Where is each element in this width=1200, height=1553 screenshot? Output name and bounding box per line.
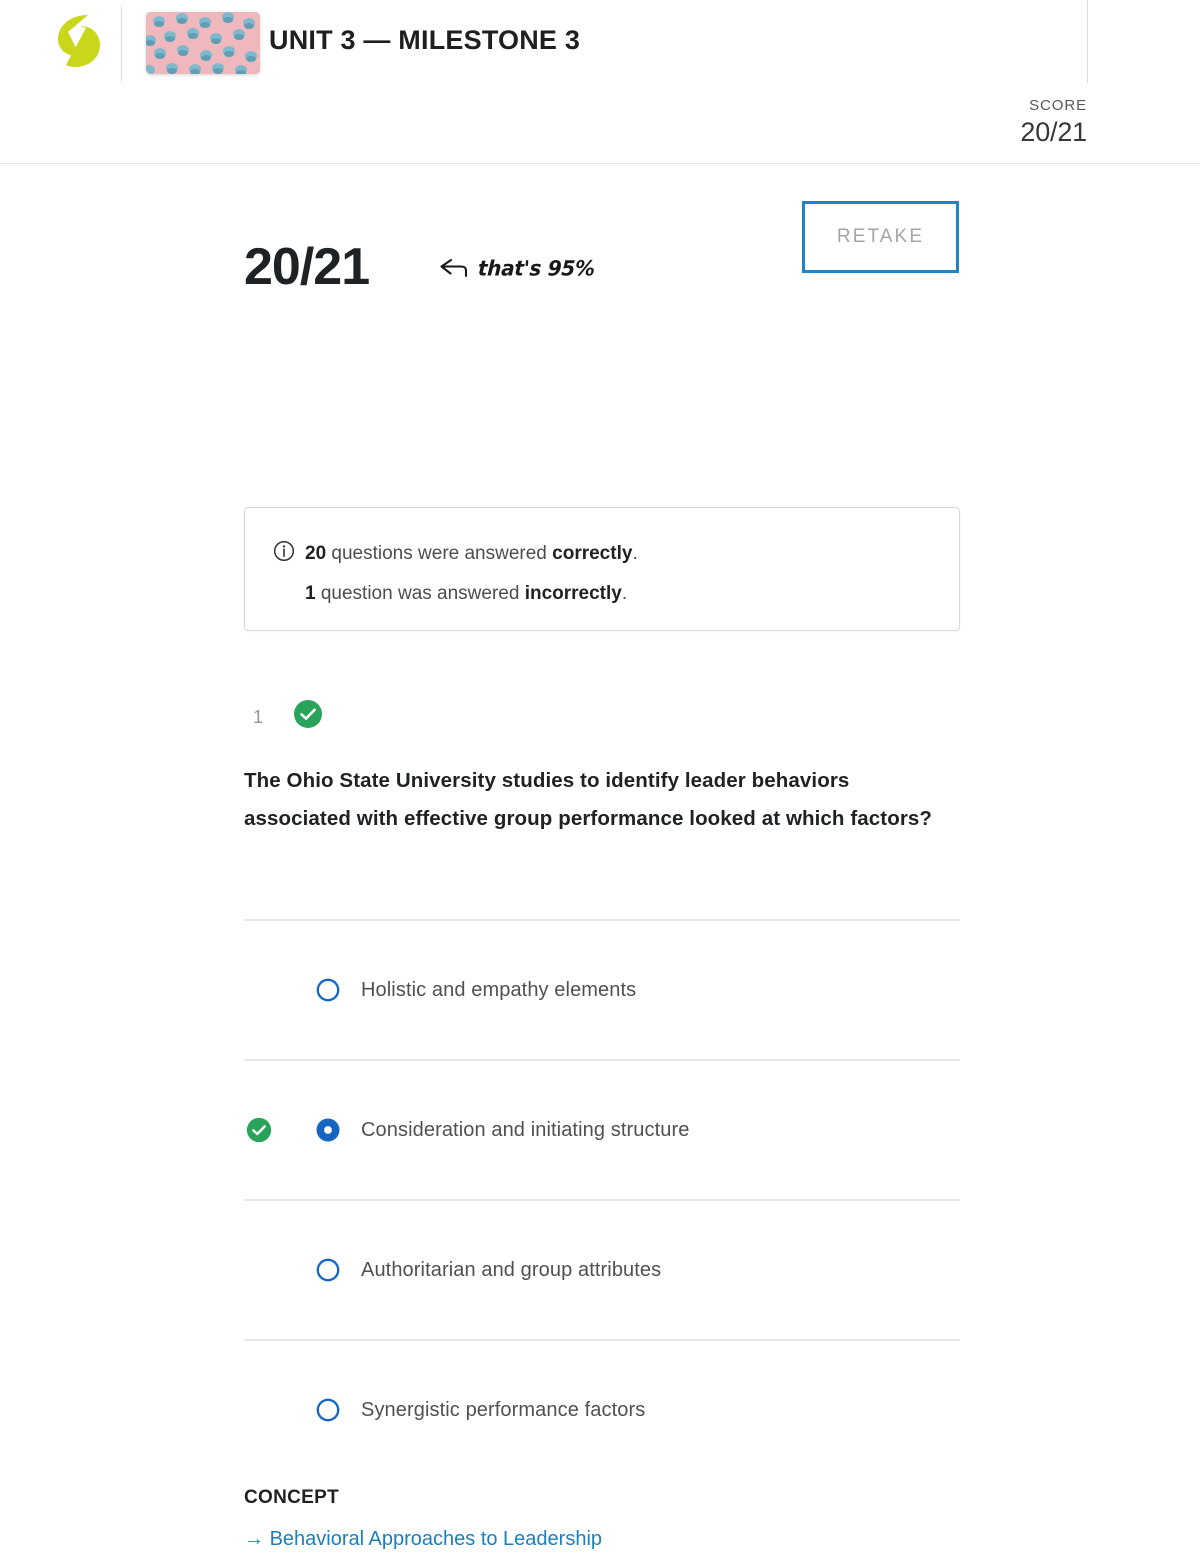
question-number: 1 xyxy=(252,706,263,727)
concept-section: CONCEPT → Behavioral Approaches to Leade… xyxy=(244,1484,960,1553)
retake-button[interactable]: RETAKE xyxy=(802,201,959,273)
answer-option-label: Authoritarian and group attributes xyxy=(361,1259,662,1281)
correct-count: 20 xyxy=(305,543,327,564)
correct-summary-line: 20 questions were answered correctly. xyxy=(305,534,638,574)
radio-unselected-icon[interactable] xyxy=(315,1397,341,1423)
page-header: UNIT 3 — MILESTONE 3 SCORE 20/21 xyxy=(0,0,1200,164)
handwritten-annotation: that's 95% xyxy=(438,255,595,281)
annotation-text: that's 95% xyxy=(477,255,596,281)
concept-heading: CONCEPT xyxy=(244,1487,339,1508)
header-divider-right xyxy=(1087,0,1088,83)
info-circle-icon xyxy=(273,540,295,567)
incorrect-count: 1 xyxy=(305,583,316,604)
incorrect-end: . xyxy=(621,583,628,604)
page-title: UNIT 3 — MILESTONE 3 xyxy=(269,25,581,55)
answer-option[interactable]: Consideration and initiating structure xyxy=(244,1059,960,1199)
radio-selected-icon[interactable] xyxy=(315,1117,341,1143)
incorrect-mid: question was answered xyxy=(315,583,525,604)
score-value: 20/21 xyxy=(1020,117,1087,147)
arrow-right-icon: → xyxy=(244,1528,264,1550)
answer-option[interactable]: Holistic and empathy elements xyxy=(244,919,960,1059)
answer-option[interactable]: Authoritarian and group attributes xyxy=(244,1199,960,1339)
green-check-circle-icon xyxy=(246,1117,272,1143)
question-text: The Ohio State University studies to ide… xyxy=(244,769,933,830)
result-summary-row: 20/21 that's 95% RETAKE xyxy=(244,201,960,309)
answer-options-list: Holistic and empathy elements Considerat… xyxy=(244,919,960,1479)
milestone-results-page: UNIT 3 — MILESTONE 3 SCORE 20/21 20/21 t… xyxy=(0,0,1200,1553)
course-thumbnail-image xyxy=(146,12,260,74)
green-check-circle-icon xyxy=(293,699,323,734)
correct-word: correctly xyxy=(552,543,633,564)
hand-drawn-left-arrow-icon xyxy=(438,255,472,281)
concept-link-label: Behavioral Approaches to Leadership xyxy=(269,1528,603,1550)
radio-unselected-icon[interactable] xyxy=(315,1257,341,1283)
correct-end: . xyxy=(632,543,638,564)
answer-option[interactable]: Synergistic performance factors xyxy=(244,1339,960,1479)
answer-option-label: Synergistic performance factors xyxy=(361,1399,646,1421)
incorrect-summary-line: 1 question was answered incorrectly. xyxy=(305,574,638,614)
header-divider-left xyxy=(121,5,122,83)
radio-unselected-icon[interactable] xyxy=(315,977,341,1003)
question-header: 1 xyxy=(244,699,323,734)
correct-mid: questions were answered xyxy=(326,543,553,564)
big-score: 20/21 xyxy=(244,238,370,296)
answer-option-label: Consideration and initiating structure xyxy=(361,1119,690,1141)
answer-option-label: Holistic and empathy elements xyxy=(361,979,637,1001)
concept-link[interactable]: → Behavioral Approaches to Leadership xyxy=(244,1524,960,1553)
answer-summary-text: 20 questions were answered correctly. 1 … xyxy=(305,534,638,614)
answer-summary-box: 20 questions were answered correctly. 1 … xyxy=(244,507,960,631)
incorrect-word: incorrectly xyxy=(524,583,622,604)
header-score: SCORE 20/21 xyxy=(1020,96,1087,148)
score-label: SCORE xyxy=(1029,97,1087,114)
sophia-logo-icon[interactable] xyxy=(50,12,106,70)
